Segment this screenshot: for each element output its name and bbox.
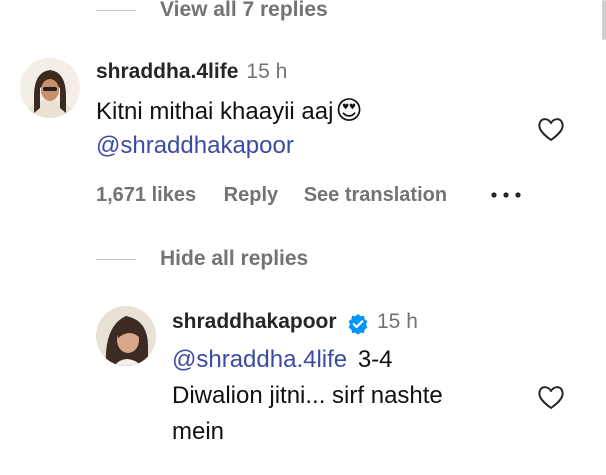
verified-badge-icon (348, 313, 368, 335)
scrollbar[interactable] (602, 0, 606, 40)
reply-heart-outline-icon[interactable] (537, 384, 565, 410)
reply-time: 15 h (377, 310, 418, 333)
reply-mention-link[interactable]: @shraddha.4life (172, 346, 347, 373)
hide-all-replies-button[interactable]: Hide all replies (160, 247, 308, 271)
reply-avatar-image (96, 306, 156, 366)
more-options-icon[interactable] (490, 191, 522, 199)
comment-header: shraddha.4life 15 h (96, 60, 287, 84)
thread-divider (96, 259, 136, 260)
comment-username[interactable]: shraddha.4life (96, 60, 238, 83)
reply-header: shraddhakapoor 15 h (172, 310, 418, 335)
reply-text: @shraddha.4life 3-4 Diwalion jitni... si… (172, 342, 532, 450)
comment-mention-link[interactable]: @shraddhakapoor (96, 128, 294, 164)
reply-username[interactable]: shraddhakapoor (172, 310, 337, 333)
reply-button[interactable]: Reply (224, 184, 278, 206)
reply-body-line1: 3-4 (357, 346, 393, 373)
avatar[interactable] (20, 58, 80, 118)
likes-count[interactable]: 1,671 likes (96, 184, 196, 206)
see-translation-button[interactable]: See translation (304, 184, 447, 206)
heart-outline-icon[interactable] (537, 116, 565, 142)
comment-body: Kitni mithai khaayii aaj (96, 98, 334, 125)
reply-avatar[interactable] (96, 306, 156, 366)
thread-divider-top (96, 10, 136, 11)
heart-eyes-emoji-icon: 😍 (335, 95, 363, 125)
avatar-image (20, 58, 80, 118)
comment-text: Kitni mithai khaayii aaj😍 (96, 92, 363, 130)
reply-body-line2: Diwalion jitni... sirf nashte (172, 382, 443, 409)
reply-body-line3: mein (172, 418, 225, 445)
comment-time: 15 h (246, 60, 288, 83)
view-all-replies-button[interactable]: View all 7 replies (160, 0, 328, 22)
comment-meta: 1,671 likes Reply See translation (96, 184, 447, 207)
